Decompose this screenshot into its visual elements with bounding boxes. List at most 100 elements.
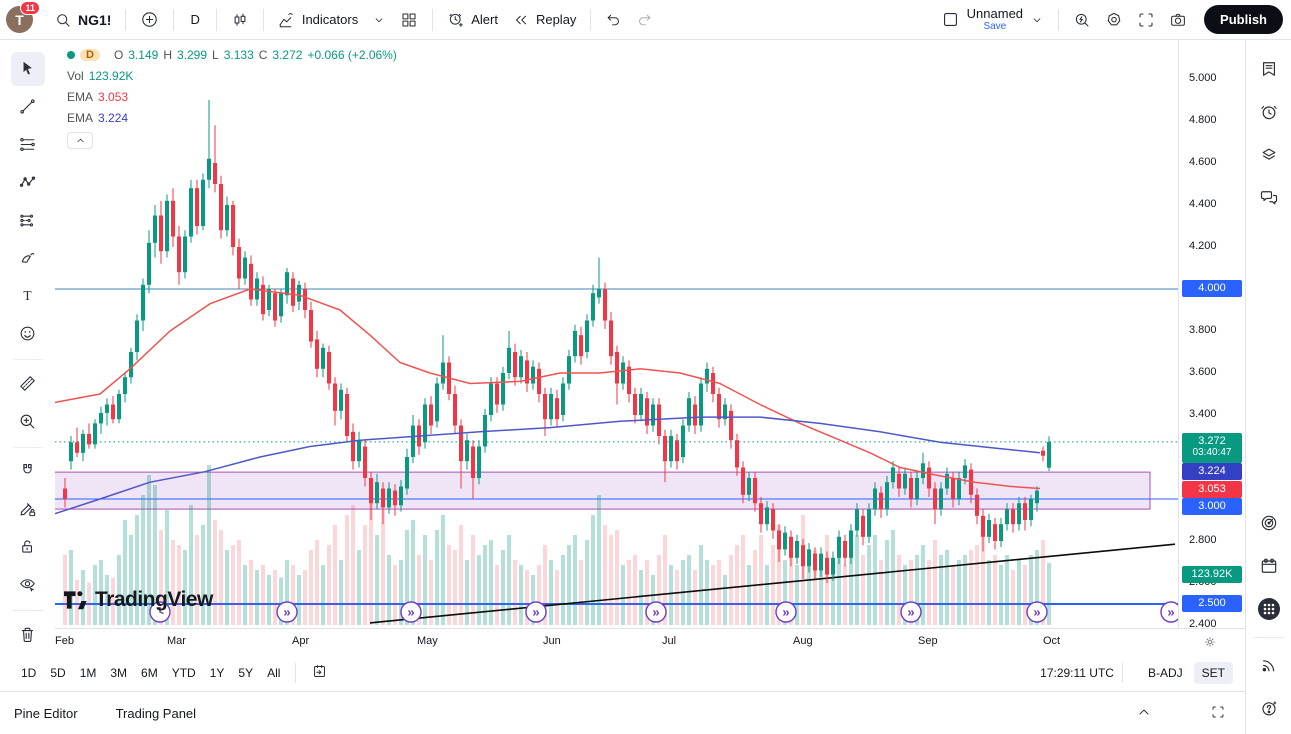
- range-ytd[interactable]: YTD: [165, 662, 203, 684]
- measure-tool[interactable]: [11, 366, 45, 400]
- user-avatar[interactable]: T 11: [6, 6, 33, 33]
- cursor-tool[interactable]: [11, 52, 45, 86]
- divider: [1254, 637, 1284, 638]
- alerts-panel-button[interactable]: [1252, 95, 1286, 129]
- streams-button[interactable]: [1252, 648, 1286, 682]
- lock-all-tool[interactable]: [11, 530, 45, 564]
- trend-line-tool[interactable]: [11, 90, 45, 124]
- bottom-panel: Pine Editor Trading Panel: [0, 692, 1245, 734]
- apps-grid-icon: [1256, 596, 1282, 622]
- layout-grid-button[interactable]: [393, 7, 425, 33]
- range-6m[interactable]: 6M: [134, 662, 165, 684]
- indicators-button[interactable]: Indicators: [271, 7, 365, 33]
- apps-menu-button[interactable]: [1252, 592, 1286, 626]
- ema2-label: EMA: [67, 111, 93, 125]
- panel-maximize-button[interactable]: [1203, 700, 1233, 727]
- divider: [173, 9, 174, 31]
- price-tag: 2.500: [1182, 595, 1242, 612]
- compare-add-button[interactable]: [133, 6, 166, 33]
- go-to-date-button[interactable]: [304, 659, 335, 687]
- axis-settings-gear-icon[interactable]: [1203, 635, 1217, 649]
- smiley-icon: [18, 324, 37, 343]
- layers-icon: [1259, 145, 1279, 165]
- undo-icon: [605, 11, 622, 28]
- chart-pane[interactable]: »»»»»»»» D O3.149 H3.299 L3.133 C3.272 +…: [55, 40, 1178, 628]
- brush-tool[interactable]: [11, 241, 45, 275]
- redo-button[interactable]: [629, 7, 660, 32]
- layout-save-button[interactable]: Unnamed Save: [967, 7, 1023, 32]
- fullscreen-button[interactable]: [1130, 7, 1162, 33]
- settings-button[interactable]: [1098, 7, 1130, 33]
- plus-circle-icon: [140, 10, 159, 29]
- alert-button[interactable]: Alert: [440, 7, 505, 33]
- layout-chevron[interactable]: [1023, 9, 1051, 31]
- legend-ohlc-row[interactable]: D O3.149 H3.299 L3.133 C3.272 +0.066 (+2…: [67, 48, 397, 62]
- symbol-name: NG1!: [78, 12, 111, 28]
- price-axis[interactable]: 5.0004.8004.6004.4004.2003.8003.6003.400…: [1178, 40, 1245, 628]
- price-tick: 4.600: [1189, 156, 1217, 168]
- object-tree-button[interactable]: [1252, 138, 1286, 172]
- magnet-tool[interactable]: [11, 454, 45, 488]
- range-5y[interactable]: 5Y: [231, 662, 260, 684]
- time-tick: May: [417, 635, 438, 647]
- publish-button[interactable]: Publish: [1204, 5, 1283, 34]
- divider: [125, 9, 126, 31]
- time-axis[interactable]: FebMarAprMayJunJulAugSepOct: [55, 628, 1245, 655]
- watchlist-button[interactable]: [1252, 52, 1286, 86]
- legend-ema2-row[interactable]: EMA 3.224: [67, 111, 397, 125]
- help-button[interactable]: [1252, 691, 1286, 725]
- range-1y[interactable]: 1Y: [203, 662, 232, 684]
- clock-utc[interactable]: 17:29:11 UTC: [1040, 666, 1114, 680]
- zoom-in-tool[interactable]: [11, 404, 45, 438]
- adjust-mode-button[interactable]: B-ADJ: [1141, 662, 1190, 684]
- layout-select-button[interactable]: [934, 6, 967, 33]
- layout-square-icon: [941, 10, 960, 29]
- legend-ema1-row[interactable]: EMA 3.053: [67, 90, 397, 104]
- ema1-label: EMA: [67, 90, 93, 104]
- save-label: Save: [983, 21, 1006, 32]
- emoji-tool[interactable]: [11, 317, 45, 351]
- trading-panel-tab[interactable]: Trading Panel: [116, 706, 196, 721]
- replay-button[interactable]: Replay: [505, 7, 583, 33]
- chat-button[interactable]: [1252, 181, 1286, 215]
- snapshot-button[interactable]: [1162, 7, 1194, 33]
- text-tool[interactable]: T: [11, 279, 45, 313]
- camera-icon: [1169, 11, 1187, 29]
- hide-drawings-tool[interactable]: [11, 567, 45, 601]
- pine-editor-tab[interactable]: Pine Editor: [14, 706, 78, 721]
- fib-retracement-tool[interactable]: [11, 128, 45, 162]
- tradingview-watermark: TradingView: [63, 588, 213, 612]
- calendar-button[interactable]: [1252, 549, 1286, 583]
- legend-collapse-button[interactable]: [67, 132, 93, 149]
- session-settings-button[interactable]: SET: [1194, 662, 1233, 684]
- range-1m[interactable]: 1M: [73, 662, 104, 684]
- market-status-dot: [67, 51, 75, 59]
- replay-label: Replay: [536, 12, 576, 27]
- range-all[interactable]: All: [260, 662, 287, 684]
- pencil-lock-icon: [18, 499, 37, 518]
- price-tick: 3.600: [1189, 366, 1217, 378]
- pattern-tool[interactable]: [11, 165, 45, 199]
- chart-style-button[interactable]: [224, 7, 256, 33]
- range-3m[interactable]: 3M: [103, 662, 134, 684]
- undo-button[interactable]: [598, 7, 629, 32]
- legend-volume-row[interactable]: Vol 123.92K: [67, 69, 397, 83]
- xabcd-pattern-icon: [18, 173, 37, 192]
- maximize-icon: [1210, 704, 1226, 720]
- trash-icon: [18, 625, 37, 644]
- target-icon: [1259, 513, 1279, 533]
- symbol-search-button[interactable]: NG1!: [47, 7, 118, 33]
- drawing-lock-tool[interactable]: [11, 492, 45, 526]
- indicators-templates-chevron[interactable]: [365, 9, 393, 31]
- remove-drawings-tool[interactable]: [11, 617, 45, 651]
- ema1-value: 3.053: [98, 90, 128, 104]
- panel-expand-button[interactable]: [1129, 700, 1159, 727]
- range-1d[interactable]: 1D: [14, 662, 43, 684]
- quick-search-button[interactable]: [1066, 7, 1098, 33]
- hotlists-button[interactable]: [1252, 506, 1286, 540]
- projection-tool[interactable]: [11, 203, 45, 237]
- svg-text:»: »: [283, 605, 290, 620]
- range-5d[interactable]: 5D: [43, 662, 72, 684]
- magnet-icon: [18, 461, 37, 480]
- timeframe-button[interactable]: D: [181, 8, 208, 31]
